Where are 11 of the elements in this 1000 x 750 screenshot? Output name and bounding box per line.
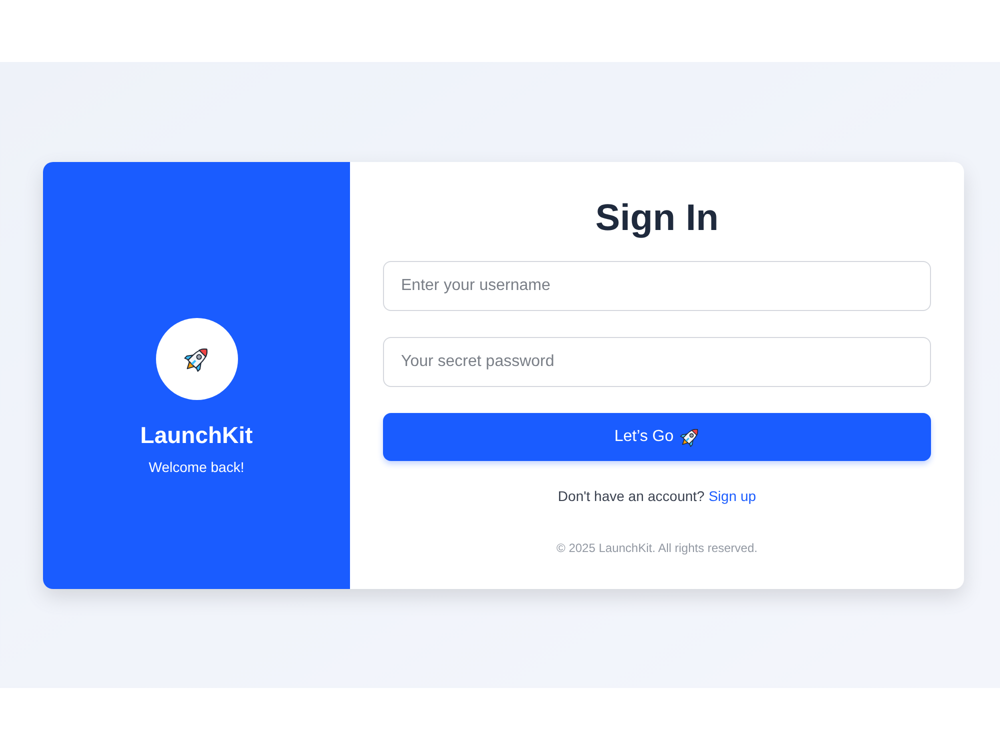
submit-button[interactable]: Let’s Go <box>383 413 931 461</box>
rocket-icon <box>184 346 210 372</box>
form-title: Sign In <box>594 196 720 240</box>
input-field[interactable]: Your secret password <box>383 337 931 387</box>
signup-prompt: Don't have an account? <box>558 487 705 505</box>
brand-tagline: Welcome back! <box>148 458 244 476</box>
brand-name: LaunchKit <box>140 420 253 450</box>
copyright-text: © 2025 LaunchKit. All rights reserved. <box>556 540 758 556</box>
signup-link[interactable]: Sign up <box>708 487 756 505</box>
rocket-icon <box>680 427 700 447</box>
input-field[interactable]: Enter your username <box>383 261 931 311</box>
